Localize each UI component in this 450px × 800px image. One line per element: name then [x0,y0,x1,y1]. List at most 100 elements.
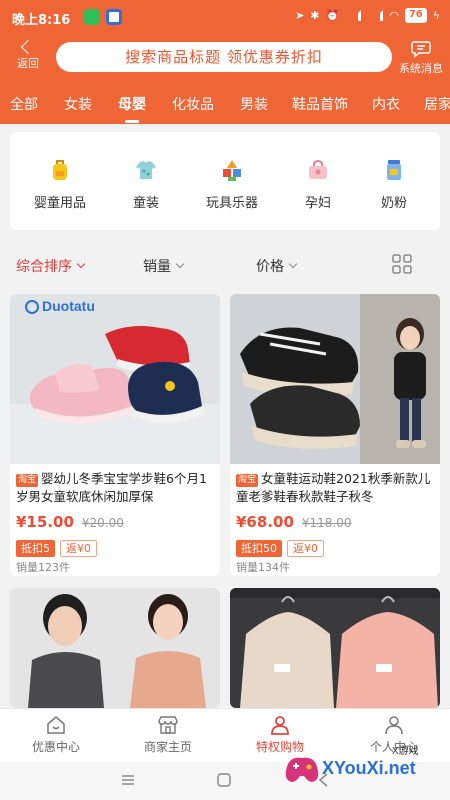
tab-womens[interactable]: 女装 [64,94,92,114]
user-active-icon [271,716,289,735]
sub-category-maternity[interactable]: 孕妇 [275,158,361,211]
home-button-icon[interactable] [216,773,232,787]
search-input[interactable]: 搜索商品标题 领优惠券折扣 [56,42,392,72]
rebate-badge: 返¥0 [60,540,97,557]
rebate-badge: 返¥0 [287,540,324,557]
chevron-down-icon [175,259,185,269]
sub-category-label: 奶粉 [380,196,407,211]
signal-icon [345,10,362,21]
sort-price-label: 价格 [256,259,284,275]
chevron-down-icon [76,259,86,269]
profile-icon [385,716,403,735]
sort-comprehensive[interactable]: 综合排序 [16,256,86,276]
sort-price[interactable]: 价格 [256,256,298,276]
platform-tag: 淘宝 [236,474,259,487]
sort-sales-label: 销量 [143,259,171,275]
original-price: ¥20.00 [81,516,124,530]
sort-sales[interactable]: 销量 [143,256,185,276]
system-message-button[interactable]: 系统消息 [396,40,446,76]
nav-discount-center[interactable]: 优惠中心 [6,715,106,755]
sub-category-milk-powder[interactable]: 奶粉 [351,158,437,211]
store-icon [158,716,178,734]
tab-underwear[interactable]: 内衣 [372,94,400,114]
signal-icon-2 [367,10,384,21]
message-bubble-icon [411,41,431,58]
location-icon: ➤ [295,9,305,22]
sub-category-label: 孕妇 [304,196,331,211]
sub-category-label: 玩具乐器 [205,196,258,211]
promo-tags: 抵扣50 返¥0 [236,537,434,557]
sales-count: 销量123件 [16,561,70,574]
brand-logo: Duotatu [42,298,95,314]
sub-category-kids-clothing[interactable]: 童装 [103,158,189,211]
product-title: 淘宝 婴幼儿冬季宝宝学步鞋6个月1岁男女童软底休闲加厚保 [16,470,214,506]
coupon-badge: 抵扣5 [16,540,55,557]
product-image [10,588,220,708]
message-label: 系统消息 [399,62,443,75]
nav-merchant-home[interactable]: 商家主页 [118,715,218,755]
product-card[interactable] [230,588,440,708]
tab-mens[interactable]: 男装 [240,94,268,114]
chevron-down-icon [288,259,298,269]
back-label: 返回 [17,57,39,70]
product-card[interactable]: 淘宝 女童鞋运动鞋2021秋季新款儿童老爹鞋春秋款鞋子秋冬 ¥68.00 ¥118.… [230,294,440,576]
watermark-small-text: X游戏 [392,746,419,757]
home-icon [47,716,65,734]
nav-label: 优惠中心 [31,740,80,754]
sub-category-toys[interactable]: 玩具乐器 [189,158,275,211]
product-price: ¥68.00 [236,513,294,531]
tab-home[interactable]: 居家 [424,94,450,114]
maternity-bag-icon [309,160,327,179]
price-row: ¥68.00 ¥118.00 [236,512,434,531]
app-notification-icon [106,9,122,25]
backpack-icon [53,160,67,180]
sales-count: 销量134件 [236,561,290,574]
site-watermark: X游戏 XYouXi.net [282,738,450,794]
top-header: 返回 搜索商品标题 领优惠券折扣 系统消息 [0,34,450,84]
nav-label: 商家主页 [143,740,192,754]
kids-clothing-icon [136,161,156,179]
watermark-text: XYouXi.net [322,758,416,778]
status-indicators: ➤ ✱ ⏰ ◠ 76 ϟ [295,8,440,23]
sort-bar: 综合排序 销量 价格 [0,242,450,286]
platform-tag: 淘宝 [16,474,39,487]
tab-shoes-jewelry[interactable]: 鞋品首饰 [292,94,348,114]
product-title-text: 女童鞋运动鞋2021秋季新款儿童老爹鞋春秋款鞋子秋冬 [236,471,431,504]
wifi-icon: ◠ [389,9,399,22]
product-title-text: 婴幼儿冬季宝宝学步鞋6个月1岁男女童软底休闲加厚保 [16,471,207,504]
product-image [230,588,440,708]
charging-icon: ϟ [432,9,440,22]
status-time: 晚上8:16 [12,13,71,28]
status-bar: 晚上8:16 ➤ ✱ ⏰ ◠ 76 ϟ [0,0,450,34]
category-tabs: 全部 女装 母婴 化妆品 男装 鞋品首饰 内衣 居家 [0,84,450,124]
alarm-icon: ⏰ [325,9,340,22]
sub-category-label: 童装 [132,196,159,211]
chevron-left-icon [20,39,36,55]
tab-all[interactable]: 全部 [10,94,38,114]
sort-comprehensive-label: 综合排序 [16,259,72,275]
original-price: ¥118.00 [301,516,352,530]
price-row: ¥15.00 ¥20.00 [16,512,214,531]
back-button[interactable]: 返回 [10,39,46,71]
product-image [230,294,440,464]
tab-cosmetics[interactable]: 化妆品 [172,94,214,114]
promo-tags: 抵扣5 返¥0 [16,537,214,557]
toy-blocks-icon [223,160,241,181]
product-card[interactable] [10,588,220,708]
wechat-icon [84,9,100,25]
coupon-badge: 抵扣50 [236,540,282,557]
product-card[interactable]: Duotatu 淘宝 婴幼儿冬季宝宝学步鞋6个月1岁男女童软底休闲加厚保 ¥15.… [10,294,220,576]
bluetooth-icon: ✱ [310,9,320,22]
sub-category-label: 婴童用品 [33,196,86,211]
product-price: ¥15.00 [16,513,74,531]
gamepad-logo-icon [285,757,319,782]
milk-powder-icon [387,160,401,180]
sub-category-baby-supplies[interactable]: 婴童用品 [17,158,103,211]
battery-icon: 76 [404,8,427,23]
tab-mother-baby[interactable]: 母婴 [118,94,146,123]
product-image: Duotatu [10,294,220,464]
product-title: 淘宝 女童鞋运动鞋2021秋季新款儿童老爹鞋春秋款鞋子秋冬 [236,470,434,506]
menu-icon[interactable] [120,773,136,787]
grid-view-icon[interactable] [392,254,412,274]
sub-category-panel: 婴童用品 童装 玩具乐器 孕妇 奶粉 [10,132,440,230]
